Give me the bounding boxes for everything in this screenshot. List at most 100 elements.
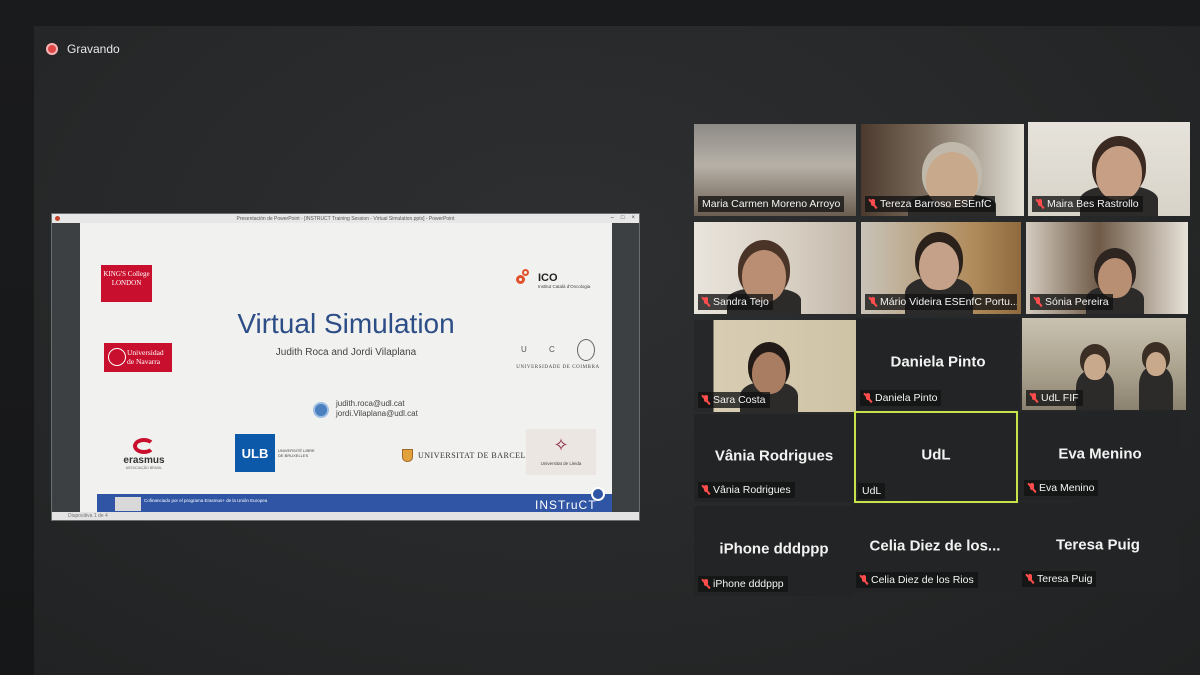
recording-label: Gravando bbox=[67, 42, 120, 56]
participant-name-tag: UdL bbox=[858, 483, 886, 499]
participant-tile[interactable]: Tereza Barroso ESEnfC bbox=[861, 124, 1024, 216]
participant-tile[interactable]: Sara Costa bbox=[694, 320, 856, 412]
erasmus-mark-icon bbox=[133, 438, 155, 454]
mic-muted-icon bbox=[702, 297, 710, 307]
participant-name-tag: Sara Costa bbox=[698, 392, 770, 408]
participant-tile[interactable]: iPhone dddppp iPhone dddppp bbox=[694, 506, 854, 596]
mic-muted-icon bbox=[1036, 199, 1044, 209]
participant-display-name: Daniela Pinto bbox=[890, 353, 986, 371]
minimize-button[interactable]: – bbox=[611, 214, 614, 223]
participant-tile[interactable]: Sandra Tejo bbox=[694, 222, 856, 314]
mic-muted-icon bbox=[702, 485, 710, 495]
email-jordi: jordi.Vilaplana@udl.cat bbox=[336, 409, 418, 418]
participant-tile[interactable]: Sónia Pereira bbox=[1026, 222, 1188, 314]
recording-indicator[interactable]: Gravando bbox=[46, 42, 120, 56]
participant-name-tag: iPhone dddppp bbox=[698, 576, 788, 592]
participant-name-tag: Daniela Pinto bbox=[860, 390, 942, 406]
participant-tile[interactable]: Teresa Puig Teresa Puig bbox=[1018, 503, 1178, 591]
participant-face bbox=[1084, 354, 1106, 380]
mic-muted-icon bbox=[869, 199, 877, 209]
zoom-meeting-window: Gravando Presentación de PowerPoint - [I… bbox=[34, 26, 1200, 675]
participant-face bbox=[1146, 352, 1166, 376]
participant-name: UdL FIF bbox=[1041, 392, 1079, 404]
lleida-mark-icon: ✧ bbox=[553, 435, 569, 455]
participant-name-tag: Sandra Tejo bbox=[698, 294, 773, 310]
erasmus-logo-subtitle: ASSOCIAÇÃO BRASIL bbox=[125, 466, 163, 470]
powerpoint-icon bbox=[55, 216, 60, 221]
shared-screen[interactable]: Presentación de PowerPoint - [INSTRUCT T… bbox=[51, 213, 640, 521]
ppt-statusbar: Diapositiva 1 de 4 bbox=[52, 512, 639, 520]
participant-name-tag: Sónia Pereira bbox=[1030, 294, 1113, 310]
mic-muted-icon bbox=[702, 395, 710, 405]
barcelona-shield-icon bbox=[402, 449, 413, 462]
participant-tile[interactable]: Eva Menino Eva Menino bbox=[1020, 412, 1180, 500]
participant-tile[interactable]: UdL UdL bbox=[854, 411, 1018, 503]
participant-face bbox=[752, 352, 786, 394]
participant-tile[interactable]: Mário Videira ESEnfC Portu... bbox=[861, 222, 1021, 314]
participant-tile[interactable]: Vânia Rodrigues Vânia Rodrigues bbox=[694, 414, 854, 502]
participant-name-tag: Eva Menino bbox=[1024, 480, 1099, 496]
participant-name-tag: Teresa Puig bbox=[1022, 571, 1097, 587]
instruct-logo: INSTruCT bbox=[535, 498, 597, 512]
instruct-ring-icon bbox=[591, 487, 605, 501]
ico-mark-icon bbox=[516, 269, 534, 287]
slide-authors: Judith Roca and Jordi Vilaplana bbox=[275, 347, 417, 358]
maximize-button[interactable]: □ bbox=[621, 214, 625, 223]
mic-muted-icon bbox=[1030, 393, 1038, 403]
kings-college-logo: KING'S College LONDON bbox=[101, 265, 152, 302]
participant-name-tag: Celia Diez de los Rios bbox=[856, 572, 978, 588]
participant-name: Vânia Rodrigues bbox=[713, 484, 791, 496]
lleida-logo-text: Universitat de Lleida bbox=[540, 461, 582, 466]
ico-logo-text: ICO bbox=[538, 272, 558, 284]
participant-name: Tereza Barroso ESEnfC bbox=[880, 198, 992, 210]
participant-name: Sónia Pereira bbox=[1045, 296, 1109, 308]
record-dot-icon bbox=[46, 43, 58, 55]
participant-name-tag: Mário Videira ESEnfC Portu... bbox=[865, 294, 1017, 310]
participant-name: Eva Menino bbox=[1039, 482, 1095, 494]
participant-name: Sandra Tejo bbox=[713, 296, 769, 308]
participant-display-name: Eva Menino bbox=[1058, 445, 1142, 463]
erasmus-logo: erasmus ASSOCIAÇÃO BRASIL bbox=[114, 438, 174, 470]
ppt-status-text: Diapositiva 1 de 4 bbox=[68, 513, 108, 519]
participant-display-name: iPhone dddppp bbox=[719, 540, 829, 558]
participant-name: Maira Bes Rastrollo bbox=[1047, 198, 1139, 210]
participant-name-tag: UdL FIF bbox=[1026, 390, 1083, 406]
participant-display-name: Celia Diez de los... bbox=[869, 537, 1001, 555]
ppt-titlebar: Presentación de PowerPoint - [INSTRUCT T… bbox=[52, 214, 639, 223]
participant-name-tag: Tereza Barroso ESEnfC bbox=[865, 196, 996, 212]
ulb-logo: ULB UNIVERSITÉ LIBRE DE BRUXELLES bbox=[235, 434, 316, 472]
barcelona-logo: UNIVERSITAT DE BARCELONA bbox=[402, 449, 545, 462]
participant-tile[interactable]: Celia Diez de los... Celia Diez de los Ri… bbox=[852, 504, 1018, 592]
participant-name-tag: Maira Bes Rastrollo bbox=[1032, 196, 1143, 212]
ppt-window-title: Presentación de PowerPoint - [INSTRUCT T… bbox=[236, 215, 455, 222]
participant-face bbox=[1096, 146, 1142, 200]
participant-tile[interactable]: UdL FIF bbox=[1022, 318, 1186, 410]
presentation-slide: KING'S College LONDON Universidad de Nav… bbox=[80, 223, 612, 514]
participant-tile[interactable]: Daniela Pinto Daniela Pinto bbox=[856, 318, 1020, 410]
participant-tile[interactable]: Maira Bes Rastrollo bbox=[1028, 122, 1190, 216]
participant-name-tag: Maria Carmen Moreno Arroyo bbox=[698, 196, 845, 212]
mic-muted-icon bbox=[1028, 483, 1036, 493]
participant-display-name: Vânia Rodrigues bbox=[714, 447, 834, 465]
lleida-logo: ✧ Universitat de Lleida bbox=[526, 429, 596, 475]
mic-muted-icon bbox=[1034, 297, 1042, 307]
ico-logo-subtitle: Institut Català d'Oncologia bbox=[538, 284, 591, 289]
participant-name: Daniela Pinto bbox=[875, 392, 938, 404]
mic-muted-icon bbox=[860, 575, 868, 585]
participant-name: Teresa Puig bbox=[1037, 573, 1093, 585]
participant-tile[interactable]: Maria Carmen Moreno Arroyo bbox=[694, 124, 856, 216]
mic-muted-icon bbox=[869, 297, 877, 307]
participant-name: UdL bbox=[862, 485, 882, 497]
participant-name: Sara Costa bbox=[713, 394, 766, 406]
participant-display-name: Teresa Puig bbox=[1056, 536, 1140, 554]
participant-name: Mário Videira ESEnfC Portu... bbox=[880, 296, 1017, 308]
eu-flag-icon bbox=[115, 497, 141, 511]
ulb-logo-box: ULB bbox=[235, 434, 275, 472]
cofinanced-text: Cofinanciado por el programa Erasmus+ de… bbox=[144, 498, 268, 503]
close-button[interactable]: × bbox=[631, 214, 635, 223]
participant-name-tag: Vânia Rodrigues bbox=[698, 482, 795, 498]
mic-muted-icon bbox=[702, 579, 710, 589]
slide-footer: Cofinanciado por el programa Erasmus+ de… bbox=[97, 487, 612, 514]
ppt-window-controls: – □ × bbox=[611, 214, 635, 223]
participant-face bbox=[1098, 258, 1132, 298]
